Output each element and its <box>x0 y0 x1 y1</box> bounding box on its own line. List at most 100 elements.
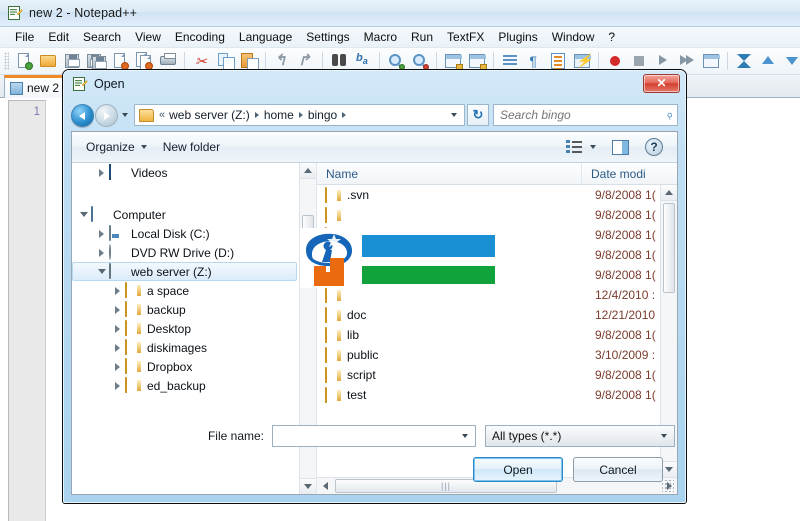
menu-window[interactable]: Window <box>545 28 602 46</box>
new-file-icon[interactable] <box>13 50 35 72</box>
toolbar-separator <box>727 52 728 70</box>
tree-item-dropbox[interactable]: Dropbox <box>72 357 299 376</box>
expander-icon[interactable] <box>76 205 91 224</box>
recent-locations-icon[interactable] <box>118 104 132 127</box>
expander-icon[interactable] <box>110 357 125 376</box>
address-bar[interactable]: « web server (Z:) home bingo <box>134 104 465 126</box>
breadcrumb-overflow-chevron[interactable]: « <box>159 109 165 121</box>
collapse-all-icon[interactable] <box>733 50 755 72</box>
expander-icon[interactable] <box>110 376 125 395</box>
scroll-up-icon[interactable] <box>300 163 316 179</box>
change-view-button[interactable] <box>558 140 604 154</box>
fold-up-icon[interactable] <box>757 50 779 72</box>
breadcrumb-bingo[interactable]: bingo <box>308 108 337 122</box>
folder-icon <box>125 301 142 317</box>
preview-pane-button[interactable] <box>604 139 637 155</box>
column-header-date-modified[interactable]: Date modi <box>582 163 677 184</box>
open-file-icon[interactable] <box>37 50 59 72</box>
tree-item-desktop[interactable]: Desktop <box>72 319 299 338</box>
expander-icon[interactable] <box>110 281 125 300</box>
file-row[interactable]: .svn 9/8/2008 1( <box>317 185 660 205</box>
expander-icon[interactable] <box>110 338 125 357</box>
menu-help[interactable]: ? <box>601 28 622 46</box>
file-row[interactable]: public 3/10/2009 : <box>317 345 660 365</box>
chevron-down-icon[interactable] <box>456 426 473 446</box>
menu-language[interactable]: Language <box>232 28 299 46</box>
tree-item-ed-backup[interactable]: ed_backup <box>72 376 299 395</box>
help-button[interactable]: ? <box>637 138 671 156</box>
search-input[interactable] <box>498 107 666 123</box>
organize-button[interactable]: Organize <box>78 140 155 154</box>
scroll-down-icon[interactable] <box>300 478 316 494</box>
expander-icon[interactable] <box>94 243 109 262</box>
back-icon[interactable] <box>71 103 94 127</box>
file-name-input[interactable] <box>278 428 456 444</box>
chevron-right-icon[interactable] <box>342 112 347 118</box>
menu-edit[interactable]: Edit <box>41 28 76 46</box>
help-icon: ? <box>645 138 663 156</box>
menu-search[interactable]: Search <box>76 28 128 46</box>
toolbar-separator <box>493 52 494 70</box>
scroll-left-icon[interactable] <box>317 478 333 494</box>
chevron-down-icon[interactable] <box>655 426 672 446</box>
file-name-combobox[interactable] <box>272 425 476 447</box>
column-header-name[interactable]: Name <box>317 163 582 184</box>
scrollbar-thumb[interactable] <box>663 203 675 293</box>
file-row[interactable]: test 9/8/2008 1( <box>317 385 660 405</box>
file-row[interactable]: doc 12/21/2010 <box>317 305 660 325</box>
menu-macro[interactable]: Macro <box>357 28 404 46</box>
breadcrumb-home[interactable]: home <box>264 108 294 122</box>
fold-down-icon[interactable] <box>781 50 800 72</box>
expander-icon[interactable] <box>110 300 125 319</box>
forward-icon[interactable] <box>95 103 118 127</box>
menu-view[interactable]: View <box>128 28 168 46</box>
file-type-combobox[interactable]: All types (*.*) <box>485 425 675 447</box>
menu-encoding[interactable]: Encoding <box>168 28 232 46</box>
tree-item-local-disk-c[interactable]: Local Disk (C:) <box>72 224 299 243</box>
chevron-right-icon[interactable] <box>254 112 259 118</box>
menu-textfx[interactable]: TextFX <box>440 28 491 46</box>
resize-grip[interactable] <box>662 480 674 492</box>
menu-settings[interactable]: Settings <box>299 28 356 46</box>
expander-icon[interactable] <box>94 224 109 243</box>
cancel-button[interactable]: Cancel <box>573 457 663 482</box>
file-date: 9/8/2008 1( <box>595 228 656 242</box>
tree-item-web-server-z[interactable]: web server (Z:) <box>72 262 297 281</box>
tree-item-diskimages[interactable]: diskimages <box>72 338 299 357</box>
file-date: 12/21/2010 <box>595 308 656 322</box>
expander-icon[interactable] <box>94 163 109 182</box>
column-header-name-label: Name <box>326 166 359 181</box>
new-folder-button[interactable]: New folder <box>155 140 228 154</box>
tree-item-a-space[interactable]: a space <box>72 281 299 300</box>
toolbar-grip[interactable] <box>4 52 9 70</box>
expander-icon[interactable] <box>110 319 125 338</box>
file-date: 9/8/2008 1( <box>595 328 656 342</box>
breadcrumb-web-server[interactable]: web server (Z:) <box>169 108 250 122</box>
address-dropdown-icon[interactable] <box>446 105 462 125</box>
file-row[interactable]: script 9/8/2008 1( <box>317 365 660 385</box>
scroll-up-icon[interactable] <box>661 185 677 201</box>
file-date: 9/8/2008 1( <box>595 368 656 382</box>
logo-watermark-overlay <box>300 228 498 288</box>
app-menubar[interactable]: File Edit Search View Encoding Language … <box>0 27 800 48</box>
open-button[interactable]: Open <box>473 457 563 482</box>
scroll-down-icon[interactable] <box>661 461 677 477</box>
file-row[interactable]: 9/8/2008 1( <box>317 205 660 225</box>
file-row[interactable]: lib 9/8/2008 1( <box>317 325 660 345</box>
refresh-icon[interactable]: ↻ <box>467 104 489 126</box>
chevron-right-icon[interactable] <box>298 112 303 118</box>
menu-run[interactable]: Run <box>404 28 440 46</box>
save-macro-icon[interactable] <box>700 50 722 72</box>
tree-item-dvd-rw-drive-d[interactable]: DVD RW Drive (D:) <box>72 243 299 262</box>
search-box[interactable]: ⌕ <box>493 104 678 126</box>
tree-item-backup[interactable]: backup <box>72 300 299 319</box>
menu-plugins[interactable]: Plugins <box>491 28 544 46</box>
menu-file[interactable]: File <box>8 28 41 46</box>
close-icon[interactable]: ✕ <box>643 74 680 93</box>
expander-icon[interactable] <box>94 262 109 281</box>
tree-item-label: Dropbox <box>147 359 193 374</box>
app-titlebar: new 2 - Notepad++ <box>0 0 800 27</box>
tree-item-computer[interactable]: Computer <box>72 205 299 224</box>
tree-item-videos[interactable]: Videos <box>72 163 299 182</box>
file-row[interactable]: 12/4/2010 : <box>317 285 660 305</box>
